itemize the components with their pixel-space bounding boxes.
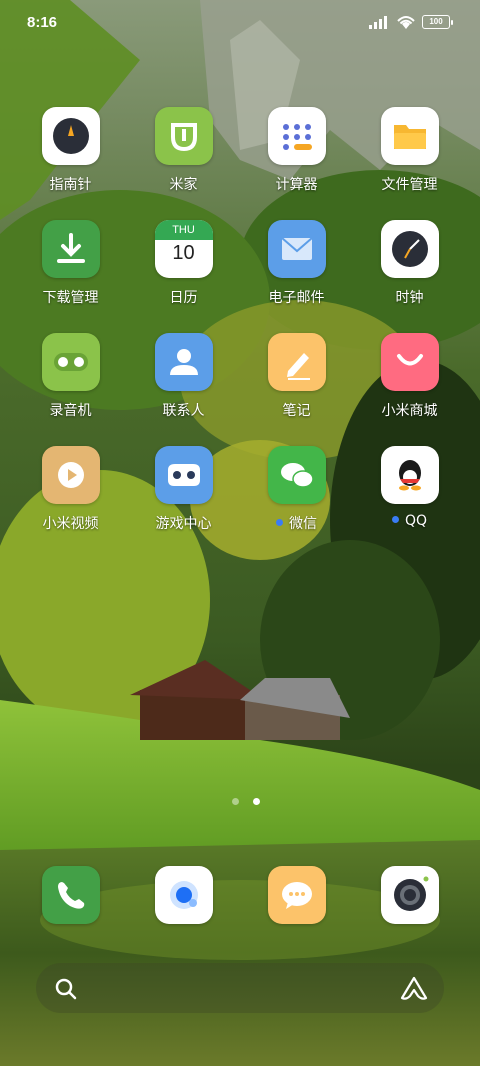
app-recorder[interactable]: 录音机 — [14, 333, 127, 443]
wifi-icon — [397, 16, 415, 29]
notes-icon — [267, 333, 326, 391]
mail-icon — [267, 220, 326, 278]
status-icons: 100 — [368, 14, 453, 30]
app-label: 指南针 — [49, 177, 92, 193]
mijia-icon — [154, 107, 213, 165]
app-label: 小米视频 — [42, 516, 99, 532]
signal-icon — [369, 16, 387, 29]
app-label: 时钟 — [395, 290, 424, 306]
app-vault-icon[interactable] — [400, 976, 428, 1002]
app-downloads[interactable]: 下载管理 — [14, 220, 127, 330]
phone-icon[interactable] — [42, 866, 100, 924]
app-email[interactable]: 电子邮件 — [240, 220, 353, 330]
app-label: 电子邮件 — [268, 290, 325, 306]
qq-icon — [380, 446, 439, 504]
app-label-text: 微信 — [289, 516, 317, 532]
app-label: 下载管理 — [42, 290, 99, 306]
battery-icon: 100 — [422, 15, 453, 29]
notification-dot — [391, 516, 399, 523]
app-mijia[interactable]: 米家 — [127, 107, 240, 217]
camera-icon[interactable] — [381, 866, 439, 924]
app-label: 文件管理 — [381, 177, 438, 193]
calendar-icon: THU 10 — [154, 220, 213, 278]
app-qq[interactable]: QQ — [353, 446, 466, 556]
compass-icon — [41, 107, 100, 165]
page-indicator — [232, 798, 260, 805]
recorder-icon — [41, 333, 100, 391]
status-bar: 8:16 100 — [0, 0, 480, 48]
app-compass[interactable]: 指南针 — [14, 107, 127, 217]
app-mi-video[interactable]: 小米视频 — [14, 446, 127, 556]
app-label: 联系人 — [162, 403, 205, 419]
app-mi-store[interactable]: 小米商城 — [353, 333, 466, 443]
app-notes[interactable]: 笔记 — [240, 333, 353, 443]
calendar-day: THU — [154, 220, 213, 240]
video-icon — [41, 446, 100, 504]
search-icon[interactable] — [54, 977, 78, 1001]
app-label: 游戏中心 — [155, 516, 212, 532]
game-center-icon — [154, 446, 213, 504]
app-label: 微信 — [240, 513, 353, 533]
app-contacts[interactable]: 联系人 — [127, 333, 240, 443]
notification-dot — [276, 519, 283, 526]
app-calendar[interactable]: THU 10 日历 — [127, 220, 240, 330]
app-label: QQ — [353, 513, 466, 529]
app-label: 小米商城 — [381, 403, 438, 419]
folder-icon — [380, 107, 439, 165]
calculator-icon — [267, 107, 326, 165]
search-bar[interactable] — [36, 963, 444, 1013]
app-label: 录音机 — [49, 403, 92, 419]
app-wechat[interactable]: 微信 — [240, 446, 353, 556]
browser-icon[interactable] — [155, 866, 213, 924]
calendar-date: 10 — [172, 242, 195, 264]
app-clock[interactable]: 时钟 — [353, 220, 466, 330]
download-icon — [41, 220, 100, 278]
mi-store-icon — [380, 333, 439, 391]
dock — [14, 866, 466, 926]
contacts-icon — [154, 333, 213, 391]
app-calculator[interactable]: 计算器 — [240, 107, 353, 217]
app-label: 计算器 — [275, 177, 318, 193]
app-label: 笔记 — [282, 403, 311, 419]
app-game-center[interactable]: 游戏中心 — [127, 446, 240, 556]
messages-icon[interactable] — [268, 866, 326, 924]
clock-icon — [380, 220, 439, 278]
page-dot[interactable] — [232, 798, 239, 805]
page-dot-active[interactable] — [253, 798, 260, 805]
app-label: 米家 — [169, 177, 198, 193]
app-label: 日历 — [169, 290, 198, 306]
app-file-manager[interactable]: 文件管理 — [353, 107, 466, 217]
status-time: 8:16 — [27, 14, 58, 31]
wechat-icon — [267, 446, 326, 504]
app-label-text: QQ — [404, 513, 428, 529]
